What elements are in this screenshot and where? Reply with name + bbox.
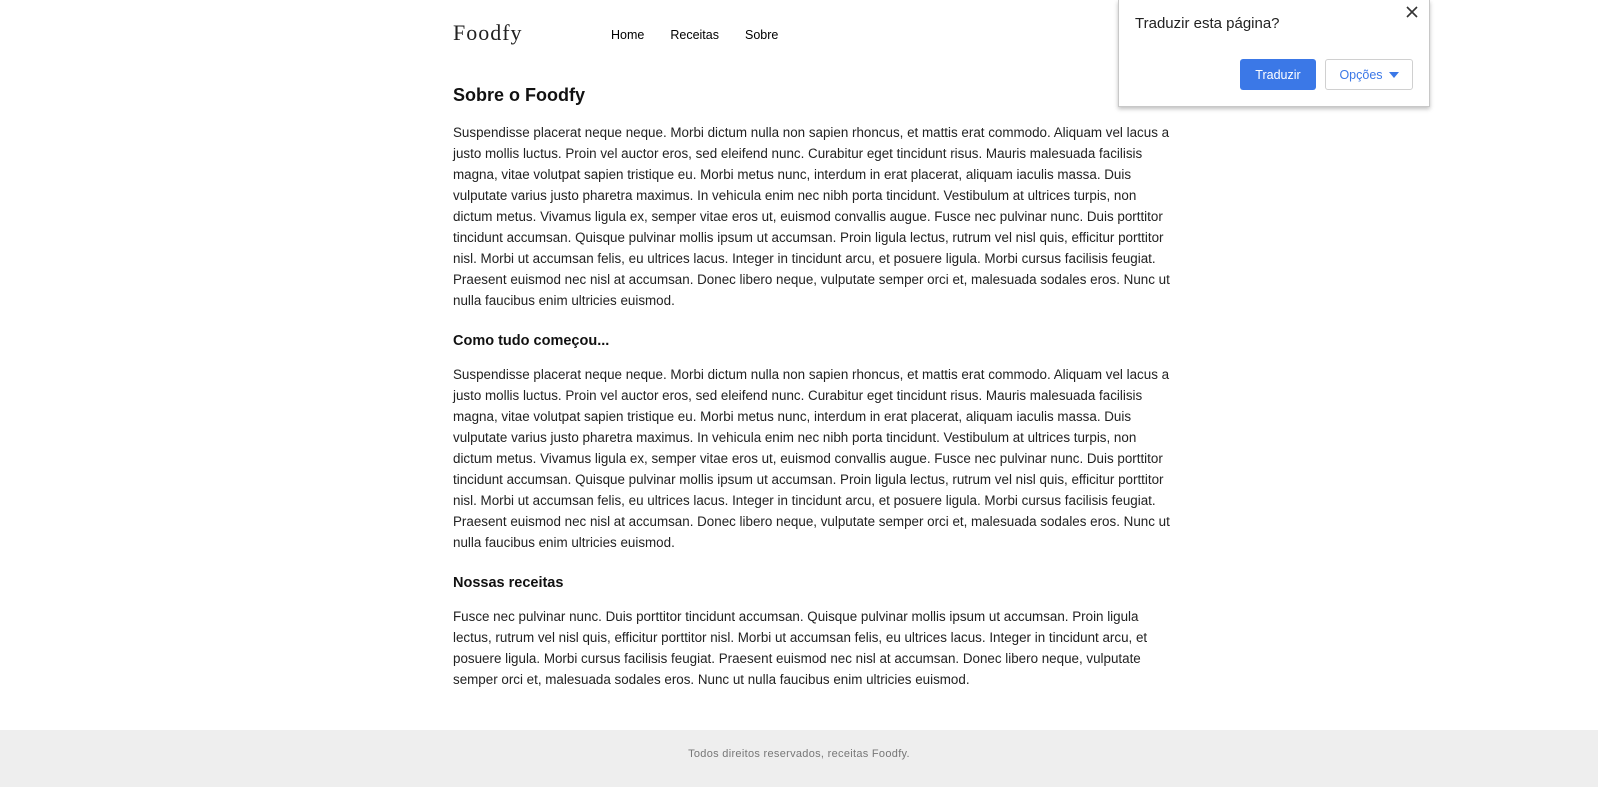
caret-down-icon xyxy=(1388,71,1399,78)
intro-paragraph: Suspendisse placerat neque neque. Morbi … xyxy=(453,125,1170,308)
nav-item-receitas[interactable]: Receitas xyxy=(670,28,719,42)
main-nav: Home Receitas Sobre xyxy=(611,28,804,42)
translate-popup: Traduzir esta página? Traduzir Opções xyxy=(1118,0,1430,107)
site-footer: Todos direitos reservados, receitas Food… xyxy=(0,730,1598,787)
close-icon-glyph xyxy=(1406,6,1418,18)
nav-item-sobre[interactable]: Sobre xyxy=(745,28,778,42)
section-heading-history: Como tudo começou... xyxy=(453,333,610,349)
page: Foodfy Home Receitas Sobre Sobre o Foodf… xyxy=(0,0,1598,787)
nav-item-home[interactable]: Home xyxy=(611,28,644,42)
footer-text: Todos direitos reservados, receitas Food… xyxy=(688,748,910,760)
translate-button[interactable]: Traduzir xyxy=(1240,59,1316,90)
translate-popup-title: Traduzir esta página? xyxy=(1135,15,1280,32)
logo[interactable]: Foodfy xyxy=(453,20,523,46)
section-paragraph-history: Suspendisse placerat neque neque. Morbi … xyxy=(453,367,1170,550)
site-header: Foodfy Home Receitas Sobre xyxy=(453,18,1173,54)
section-heading-recipes: Nossas receitas xyxy=(453,575,564,591)
section-paragraph-recipes: Fusce nec pulvinar nunc. Duis porttitor … xyxy=(453,609,1148,687)
page-title: Sobre o Foodfy xyxy=(453,85,585,105)
close-icon[interactable] xyxy=(1403,3,1421,21)
options-button-label: Opções xyxy=(1339,67,1383,82)
main-content: Sobre o Foodfy Suspendisse placerat nequ… xyxy=(453,84,1171,711)
options-button[interactable]: Opções xyxy=(1325,59,1413,90)
